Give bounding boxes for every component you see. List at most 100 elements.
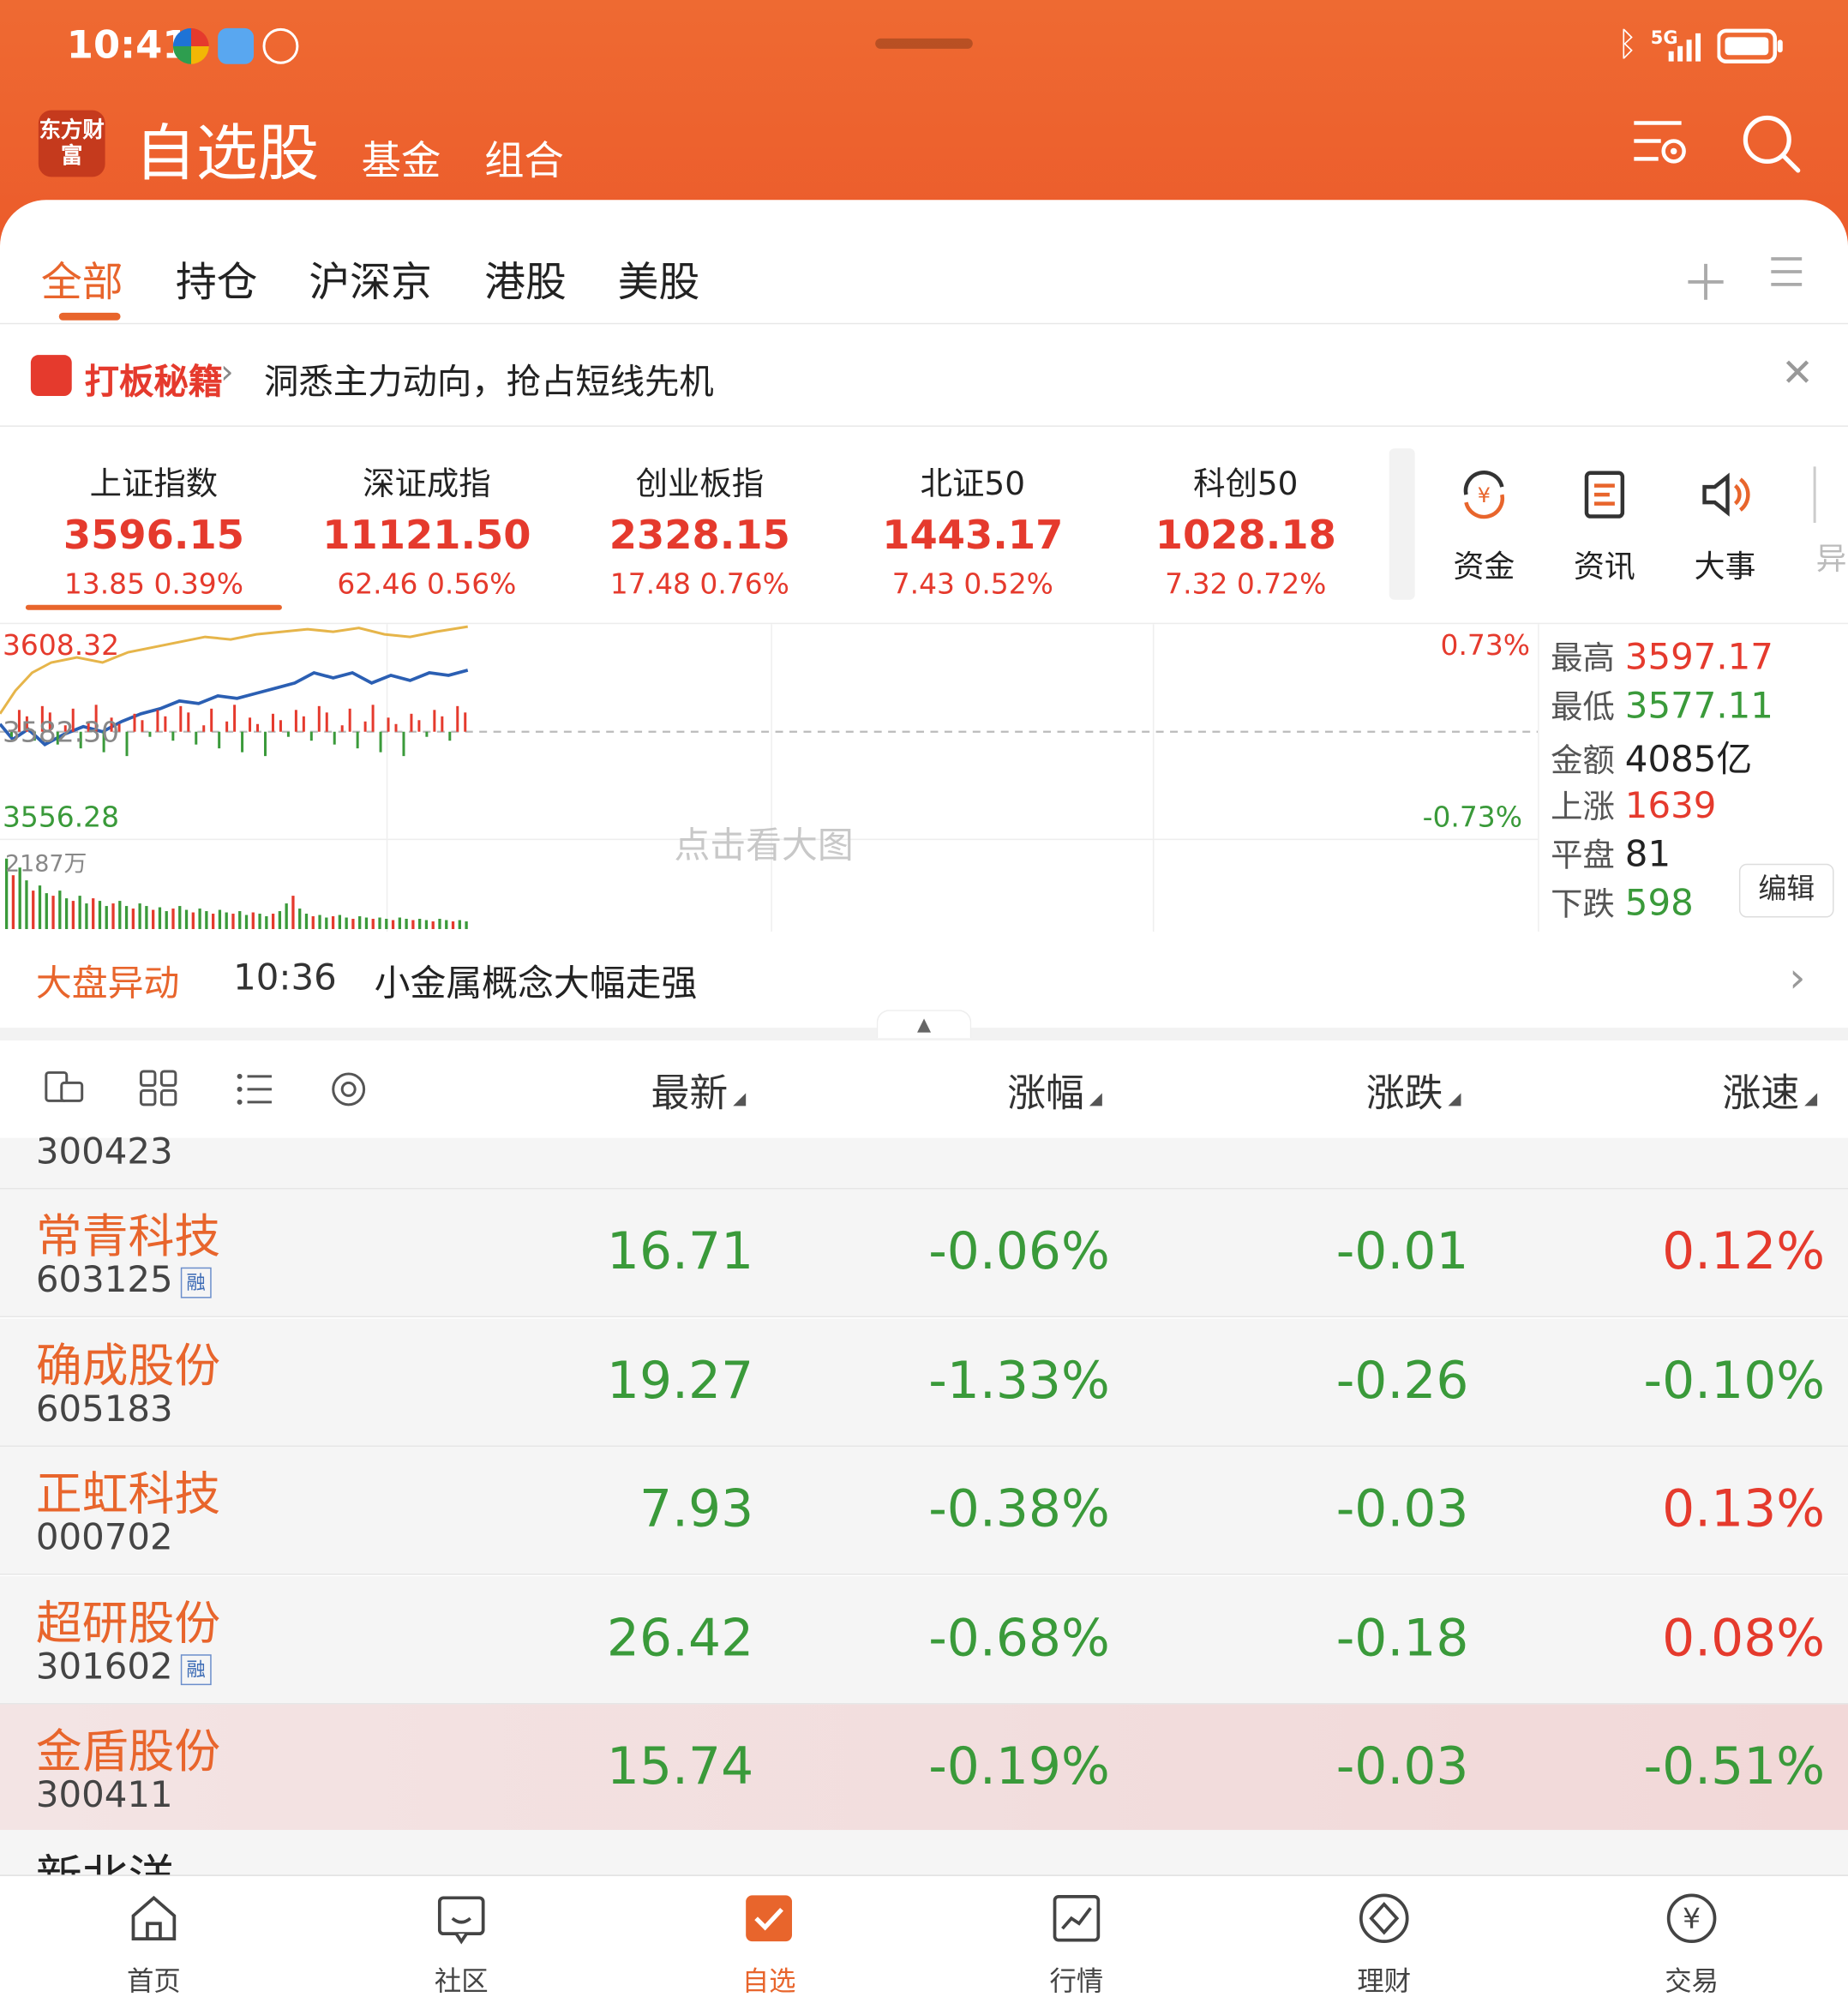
add-icon[interactable]: ＋ xyxy=(1682,243,1731,314)
volume-bar xyxy=(58,891,62,929)
edit-button[interactable]: 编辑 xyxy=(1738,863,1834,918)
market-alert-text[interactable]: 小金属概念大幅走强 xyxy=(375,956,698,1007)
view-mode-icon[interactable] xyxy=(44,1069,85,1107)
app-logo[interactable]: 东方财富 xyxy=(38,110,105,177)
collapse-handle[interactable]: ▲ xyxy=(876,1010,972,1039)
price-tick xyxy=(340,725,344,732)
category-all[interactable]: 全部 xyxy=(41,250,123,309)
volume-bar xyxy=(465,921,468,929)
chart-volume-label: 2187万 xyxy=(4,850,87,879)
grid-view-icon[interactable] xyxy=(138,1069,179,1107)
table-row[interactable]: 正虹科技 000702 7.93 -0.38% -0.03 0.13% xyxy=(0,1447,1848,1575)
stock-code: 605183 xyxy=(35,1387,173,1430)
list-settings-icon[interactable] xyxy=(1630,113,1692,172)
sort-change[interactable]: 涨跌 xyxy=(1366,1061,1461,1118)
stock-change: -0.03 xyxy=(1335,1479,1469,1539)
nav-wealth[interactable]: 理财 xyxy=(1307,1890,1461,1999)
stock-price: 7.93 xyxy=(639,1479,754,1539)
stock-change: -0.26 xyxy=(1335,1351,1469,1411)
chart-y-high: 3608.32 xyxy=(2,630,120,663)
volume-bar xyxy=(85,903,88,929)
price-tick xyxy=(348,708,351,732)
chart-overlay-hint[interactable]: 点击看大图 xyxy=(674,818,853,869)
volume-bar xyxy=(325,917,328,929)
volume-bar xyxy=(251,912,255,929)
anomaly-button[interactable]: 异 xyxy=(1788,466,1848,578)
table-row[interactable]: 确成股份 605183 19.27 -1.33% -0.26 -0.10% xyxy=(0,1317,1848,1447)
category-us[interactable]: 美股 xyxy=(618,250,700,309)
promo-text[interactable]: 洞悉主力动向，抢占短线先机 xyxy=(264,354,714,404)
table-row[interactable]: 超研股份 301602 融 26.42 -0.68% -0.18 0.08% xyxy=(0,1575,1848,1704)
funds-flow-button[interactable]: ¥ 资金 xyxy=(1426,466,1542,585)
volume-bar xyxy=(92,898,95,929)
price-tick xyxy=(271,713,274,732)
index-card-shenzhen[interactable]: 深证成指 11121.50 62.46 0.56% xyxy=(291,459,562,601)
category-holdings[interactable]: 持仓 xyxy=(176,250,258,309)
index-change: 62.46 0.56% xyxy=(337,568,517,602)
index-card-star50[interactable]: 科创50 1028.18 7.32 0.72% xyxy=(1110,459,1382,601)
stat-high: 最高 3597.17 xyxy=(1551,635,1773,678)
nav-market[interactable]: 行情 xyxy=(999,1890,1153,1999)
stock-change-pct: -1.33% xyxy=(928,1351,1110,1411)
table-row[interactable]: 300423 xyxy=(0,1130,1848,1190)
volume-bar xyxy=(391,920,395,929)
stock-code: 300423 xyxy=(35,1130,173,1173)
volume-bar xyxy=(304,914,309,929)
nav-community[interactable]: 社区 xyxy=(385,1890,538,1999)
stock-code: 000702 xyxy=(35,1515,173,1559)
tab-funds[interactable]: 基金 xyxy=(362,129,441,186)
index-card-bse50[interactable]: 北证50 1443.17 7.43 0.52% xyxy=(837,459,1108,601)
market-alert-title[interactable]: 大盘异动 xyxy=(36,956,179,1007)
chevron-right-icon[interactable]: › xyxy=(1789,953,1805,1002)
category-a-shares[interactable]: 沪深京 xyxy=(309,250,432,309)
promo-title[interactable]: 打板秘籍 xyxy=(85,354,223,404)
nav-trade[interactable]: ¥ 交易 xyxy=(1615,1890,1768,1999)
tab-portfolio[interactable]: 组合 xyxy=(484,129,564,186)
stock-speed: 0.12% xyxy=(1662,1222,1826,1282)
category-active-indicator xyxy=(58,312,121,321)
volume-bar xyxy=(38,885,42,929)
svg-text:¥: ¥ xyxy=(1478,483,1491,507)
volume-bar xyxy=(318,915,321,929)
table-row[interactable]: 金盾股份 300411 15.74 -0.19% -0.03 -0.51% xyxy=(0,1704,1848,1833)
category-hk[interactable]: 港股 xyxy=(484,250,567,309)
stock-change: -0.01 xyxy=(1335,1222,1469,1282)
sort-change-pct[interactable]: 涨幅 xyxy=(1007,1061,1102,1118)
search-icon[interactable] xyxy=(1740,113,1802,175)
stock-code: 603125 融 xyxy=(36,1258,212,1301)
stock-change-pct: -0.19% xyxy=(928,1737,1110,1797)
volume-bar xyxy=(445,920,448,929)
stat-low: 最低 3577.11 xyxy=(1551,684,1773,727)
index-value: 3596.15 xyxy=(63,513,244,559)
index-card-chinext[interactable]: 创业板指 2328.15 17.48 0.76% xyxy=(564,459,836,601)
close-icon[interactable]: ✕ xyxy=(1781,351,1814,396)
menu-icon[interactable] xyxy=(1768,254,1804,290)
list-view-icon[interactable] xyxy=(236,1071,274,1107)
volume-bar xyxy=(364,917,369,929)
volume-bar xyxy=(438,919,441,929)
settings-icon[interactable] xyxy=(328,1069,369,1110)
funds-flow-icon: ¥ xyxy=(1463,471,1505,519)
intraday-chart[interactable] xyxy=(0,624,1539,932)
pull-handle[interactable] xyxy=(875,38,973,49)
chart-y-mid: 3582.30 xyxy=(2,717,120,750)
price-tick xyxy=(148,731,152,737)
news-label: 资讯 xyxy=(1574,548,1635,585)
page-title[interactable]: 自选股 xyxy=(135,103,319,193)
table-row[interactable]: 新北洋 xyxy=(0,1830,1848,1881)
news-button[interactable]: 资讯 xyxy=(1547,466,1663,585)
price-tick xyxy=(218,731,221,749)
events-button[interactable]: 大事 xyxy=(1667,466,1783,585)
sort-latest[interactable]: 最新 xyxy=(651,1061,747,1118)
nav-watchlist[interactable]: 自选 xyxy=(692,1890,845,1999)
stock-code: 300411 xyxy=(35,1773,173,1816)
stock-code: 301602 融 xyxy=(36,1645,212,1687)
nav-home[interactable]: 首页 xyxy=(77,1890,231,1999)
volume-bar xyxy=(211,914,215,929)
volume-bar xyxy=(165,911,168,929)
sort-speed[interactable]: 涨速 xyxy=(1722,1061,1818,1118)
table-row[interactable]: 常青科技 603125 融 16.71 -0.06% -0.01 0.12% xyxy=(0,1189,1848,1318)
stock-name: 超研股份 xyxy=(35,1597,221,1651)
index-card-shanghai[interactable]: 上证指数 3596.15 13.85 0.39% xyxy=(18,459,290,601)
price-tick xyxy=(133,713,136,732)
